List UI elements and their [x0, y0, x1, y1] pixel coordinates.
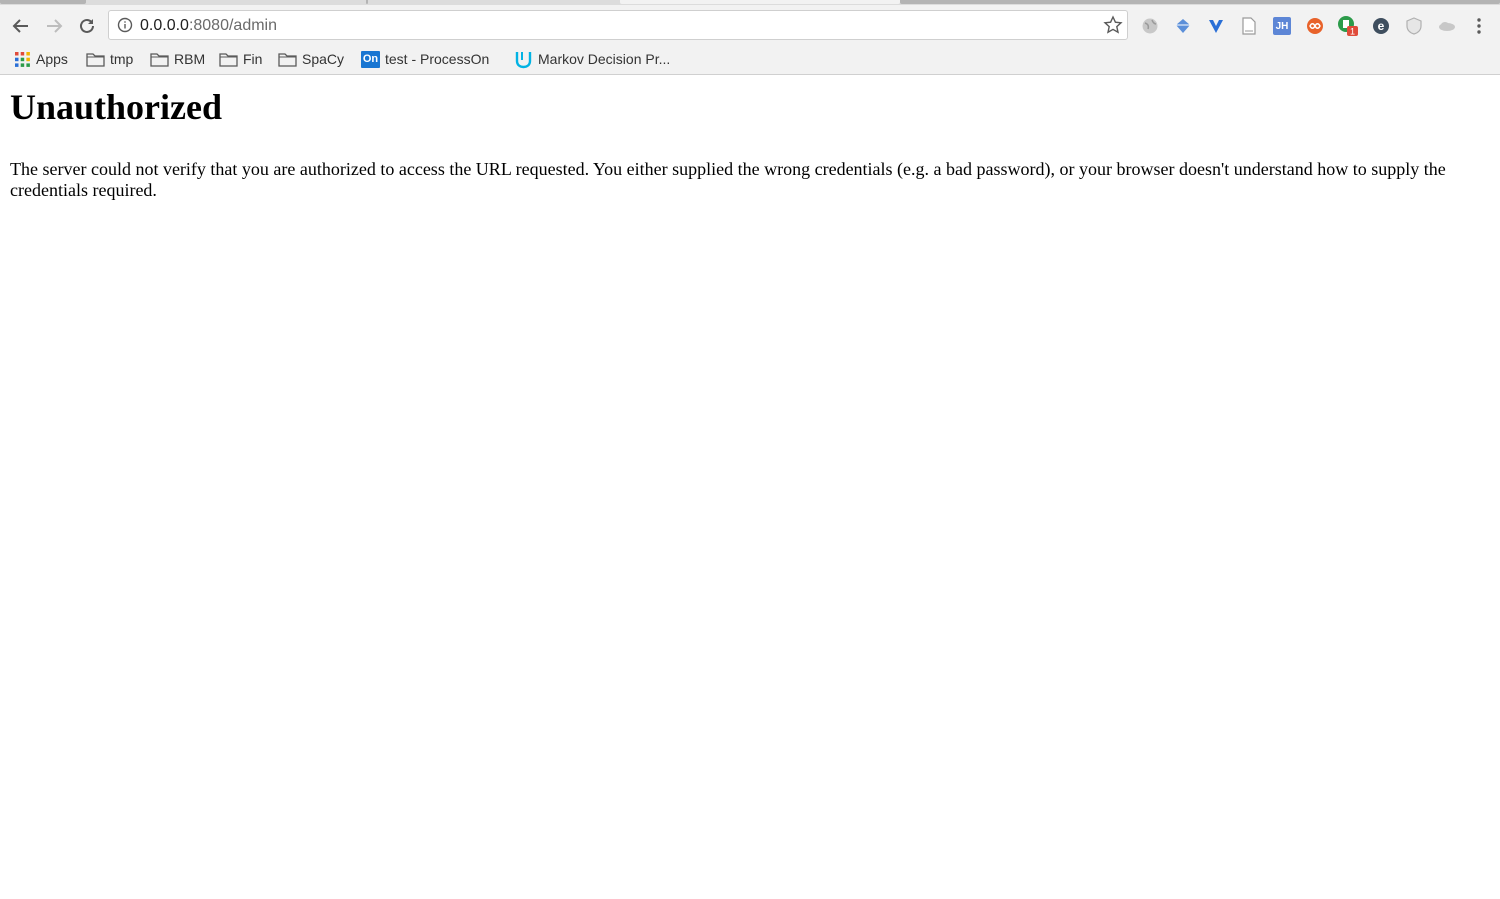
shield-extension-icon[interactable]: [1403, 15, 1425, 37]
reload-icon: [80, 18, 94, 33]
bookmark-label: RBM: [174, 51, 206, 67]
active-tab[interactable]: [620, 0, 900, 4]
bookmark-label: Apps: [36, 51, 68, 67]
bookmark-label: Fin: [243, 51, 263, 67]
back-button[interactable]: [8, 13, 34, 39]
arrow-right-icon: [47, 19, 63, 33]
v-extension-icon[interactable]: [1205, 15, 1227, 37]
tab[interactable]: [900, 0, 1500, 4]
page-title: Unauthorized: [10, 87, 223, 127]
folder-icon: [86, 52, 105, 67]
bookmark-label: Markov Decision Pr...: [538, 51, 671, 67]
diamond-extension-icon[interactable]: [1172, 15, 1194, 37]
more-vertical-icon: [1477, 18, 1481, 34]
bookmark-star-icon[interactable]: [1103, 15, 1123, 35]
green-extension-icon[interactable]: 1: [1337, 15, 1359, 37]
bookmark-label: SpaCy: [302, 51, 345, 67]
e-extension-icon[interactable]: e: [1370, 15, 1392, 37]
tab-strip: [0, 0, 1500, 5]
forward-button[interactable]: [41, 13, 67, 39]
jh-extension-icon[interactable]: JH: [1271, 15, 1293, 37]
bookmark-markov-decision[interactable]: Markov Decision Pr...: [514, 48, 670, 70]
browser-menu-button[interactable]: [1468, 15, 1490, 37]
processon-icon: On: [361, 50, 380, 68]
bookmark-folder-spacy[interactable]: SpaCy: [278, 48, 344, 70]
bookmark-folder-tmp[interactable]: tmp: [86, 48, 133, 70]
bookmark-label: test - ProcessOn: [385, 51, 490, 67]
udacity-icon: [515, 51, 532, 68]
page-extension-icon[interactable]: [1238, 15, 1260, 37]
tab[interactable]: [0, 0, 86, 4]
bookmark-folder-rbm[interactable]: RBM: [150, 48, 205, 70]
infinity-extension-icon[interactable]: [1304, 15, 1326, 37]
folder-icon: [219, 52, 238, 67]
folder-icon: [150, 52, 169, 67]
folder-icon: [278, 52, 297, 67]
bookmark-folder-fin[interactable]: Fin: [219, 48, 262, 70]
tab-divider: [366, 0, 368, 4]
notification-badge: 1: [1350, 27, 1355, 37]
arrow-left-icon: [12, 19, 28, 33]
error-message: The server could not verify that you are…: [10, 159, 1446, 200]
bookmarks-bar: Apps tmp RBM Fin SpaCy On test - Process…: [0, 46, 1500, 72]
toolbar: 0.0.0.0:8080/admin JH 1 e: [0, 9, 1500, 43]
url-text[interactable]: 0.0.0.0:8080/admin: [140, 17, 277, 35]
bookmark-apps[interactable]: Apps: [14, 48, 68, 70]
cloud-extension-icon[interactable]: [1436, 15, 1458, 37]
address-bar[interactable]: 0.0.0.0:8080/admin: [108, 10, 1128, 40]
page-content: Unauthorized The server could not verify…: [0, 89, 1500, 201]
browser-chrome: 0.0.0.0:8080/admin JH 1 e Apps tmp RBM F…: [0, 0, 1500, 75]
globe-extension-icon[interactable]: [1139, 15, 1161, 37]
info-icon[interactable]: [117, 17, 133, 33]
url-path: :8080/admin: [188, 17, 277, 34]
apps-grid-icon: [15, 51, 30, 67]
url-host: 0.0.0.0: [140, 17, 189, 34]
bookmark-processon[interactable]: On test - ProcessOn: [361, 48, 489, 70]
bookmark-label: tmp: [110, 51, 134, 67]
svg-text:e: e: [1378, 19, 1385, 33]
reload-button[interactable]: [74, 13, 100, 39]
